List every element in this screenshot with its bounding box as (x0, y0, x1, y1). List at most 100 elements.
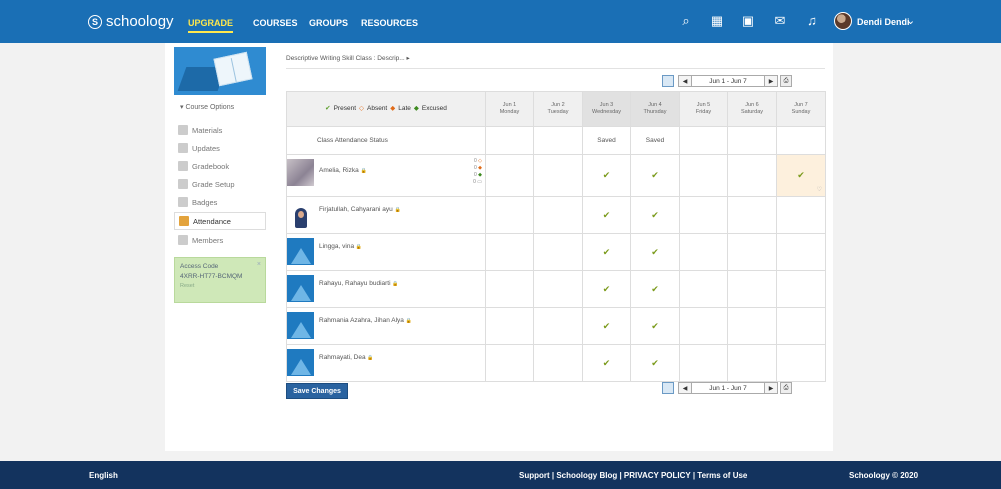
attendance-cell[interactable] (485, 344, 534, 382)
table-row: Lingga, vina 🔒 ✔ ✔ (286, 233, 826, 271)
reset-link[interactable]: Reset (180, 283, 260, 289)
messages-icon[interactable]: ✉ (772, 13, 788, 29)
access-code-label: Access Code (180, 263, 219, 270)
attendance-cell[interactable] (533, 270, 583, 308)
language-link[interactable]: English (89, 471, 118, 480)
sidebar-item-gradebook[interactable]: Gradebook (174, 157, 266, 175)
print-icon[interactable]: ⎙ (780, 75, 792, 87)
attendance-cell[interactable] (727, 344, 777, 382)
attendance-cell[interactable] (533, 233, 583, 271)
attendance-cell[interactable]: ✔ (582, 154, 631, 197)
notifications-icon[interactable]: ♫ (804, 13, 820, 29)
sidebar-item-grade-setup[interactable]: Grade Setup (174, 175, 266, 193)
attendance-cell[interactable]: ✔ (630, 270, 680, 308)
course-options-toggle[interactable]: ▾ Course Options (180, 103, 234, 111)
attendance-cell[interactable]: ✔ (630, 307, 680, 345)
student-avatar[interactable] (287, 238, 314, 265)
student-avatar[interactable] (287, 202, 314, 229)
chevron-down-icon[interactable]: ⌄ (906, 14, 915, 27)
attendance-cell[interactable]: ✔ (630, 196, 680, 234)
footer-links[interactable]: Support | Schoology Blog | PRIVACY POLIC… (519, 471, 747, 480)
excused-diamond-icon: ◆ (413, 105, 419, 113)
attendance-cell[interactable] (776, 196, 826, 234)
student-avatar[interactable] (287, 312, 314, 339)
attendance-cell[interactable]: ✔ (630, 233, 680, 271)
attendance-cell[interactable] (776, 233, 826, 271)
attendance-cell[interactable] (727, 233, 777, 271)
attendance-cell[interactable] (533, 344, 583, 382)
student-name[interactable]: Amelia, Rizka 🔒 (319, 167, 367, 174)
table-row: Rahmania Azahra, Jihan Alya 🔒 ✔ ✔ (286, 307, 826, 345)
user-name[interactable]: Dendi Dendi (857, 17, 910, 27)
attendance-cell[interactable] (679, 307, 728, 345)
previous-week-button[interactable]: ◀ (678, 382, 692, 394)
apps-icon[interactable]: ▦ (709, 13, 725, 29)
comment-icon[interactable]: ♡ (817, 186, 822, 193)
quick-mark-icons[interactable]: 0 ◇ 0 ◆ 0 ◆ 0 ▭ (473, 158, 482, 186)
attendance-cell[interactable]: ✔ (582, 233, 631, 271)
sidebar-item-materials[interactable]: Materials (174, 121, 266, 139)
attendance-cell[interactable] (679, 154, 728, 197)
sidebar-item-updates[interactable]: Updates (174, 139, 266, 157)
attendance-cell[interactable]: ✔ (582, 344, 631, 382)
attendance-cell[interactable] (485, 233, 534, 271)
nav-resources[interactable]: RESOURCES (361, 18, 418, 28)
nav-groups[interactable]: GROUPS (309, 18, 348, 28)
breadcrumb[interactable]: Descriptive Writing Skill Class : Descri… (286, 54, 410, 62)
user-avatar[interactable] (834, 12, 852, 30)
attendance-cell[interactable] (533, 154, 583, 197)
comment-icon: ▭ (477, 179, 482, 185)
calendar-icon[interactable]: ▣ (740, 13, 756, 29)
attendance-cell[interactable] (485, 196, 534, 234)
close-icon[interactable]: × (257, 261, 261, 268)
attendance-cell[interactable]: ✔ (582, 307, 631, 345)
attendance-cell[interactable]: ✔ (630, 344, 680, 382)
search-icon[interactable]: ⌕ (678, 13, 694, 29)
sidebar-item-members[interactable]: Members (174, 231, 266, 249)
student-avatar[interactable] (287, 275, 314, 302)
attendance-cell[interactable]: ✔ (582, 270, 631, 308)
copyright: Schoology © 2020 (849, 471, 919, 480)
attendance-cell[interactable] (679, 270, 728, 308)
attendance-cell[interactable] (485, 270, 534, 308)
course-image[interactable] (174, 47, 266, 95)
save-changes-button[interactable]: Save Changes (286, 383, 348, 399)
nav-upgrade[interactable]: UPGRADE (188, 18, 234, 33)
late-diamond-icon: ◆ (390, 105, 396, 113)
sidebar-item-attendance[interactable]: Attendance (174, 212, 266, 230)
attendance-cell[interactable] (679, 344, 728, 382)
previous-week-button[interactable]: ◀ (678, 75, 692, 87)
attendance-cell[interactable] (485, 307, 534, 345)
attendance-cell[interactable] (727, 196, 777, 234)
next-week-button[interactable]: ▶ (764, 382, 778, 394)
attendance-cell[interactable] (533, 307, 583, 345)
calendar-picker-icon[interactable] (662, 75, 674, 87)
attendance-cell[interactable] (727, 307, 777, 345)
attendance-cell-selected[interactable]: ✔ ♡ (776, 154, 826, 197)
attendance-cell[interactable] (533, 196, 583, 234)
student-name[interactable]: Firjatullah, Cahyarani ayu 🔒 (319, 206, 401, 213)
attendance-cell[interactable] (776, 270, 826, 308)
student-name[interactable]: Rahmania Azahra, Jihan Alya 🔒 (319, 317, 412, 324)
student-name[interactable]: Lingga, vina 🔒 (319, 243, 362, 250)
attendance-cell[interactable] (727, 154, 777, 197)
attendance-cell[interactable] (485, 154, 534, 197)
attendance-cell[interactable]: ✔ (630, 154, 680, 197)
attendance-cell[interactable] (679, 233, 728, 271)
attendance-cell[interactable] (727, 270, 777, 308)
sidebar-item-badges[interactable]: Badges (174, 193, 266, 211)
attendance-cell[interactable] (679, 196, 728, 234)
student-avatar[interactable] (287, 159, 314, 186)
attendance-cell[interactable] (776, 344, 826, 382)
print-icon[interactable]: ⎙ (780, 382, 792, 394)
student-name[interactable]: Rahmayati, Dea 🔒 (319, 354, 374, 361)
calendar-picker-icon[interactable] (662, 382, 674, 394)
legend: ✔ Present ◇ Absent ◆ Late ◆ Excused (286, 91, 486, 127)
attendance-cell[interactable] (776, 307, 826, 345)
attendance-cell[interactable]: ✔ (582, 196, 631, 234)
next-week-button[interactable]: ▶ (764, 75, 778, 87)
student-name[interactable]: Rahayu, Rahayu budiarti 🔒 (319, 280, 399, 287)
schoology-logo[interactable]: S schoology (88, 13, 174, 30)
student-avatar[interactable] (287, 349, 314, 376)
nav-courses[interactable]: COURSES (253, 18, 298, 28)
